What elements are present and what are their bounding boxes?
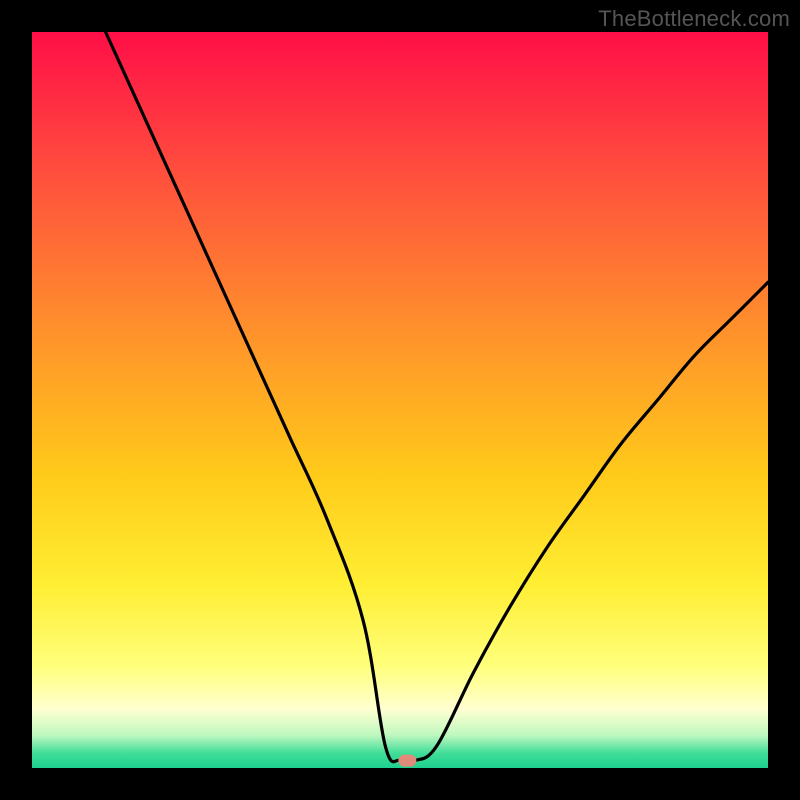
optimum-marker (398, 755, 416, 767)
chart-svg (32, 32, 768, 768)
plot-area (32, 32, 768, 768)
chart-frame: TheBottleneck.com (0, 0, 800, 800)
watermark-label: TheBottleneck.com (598, 6, 790, 32)
